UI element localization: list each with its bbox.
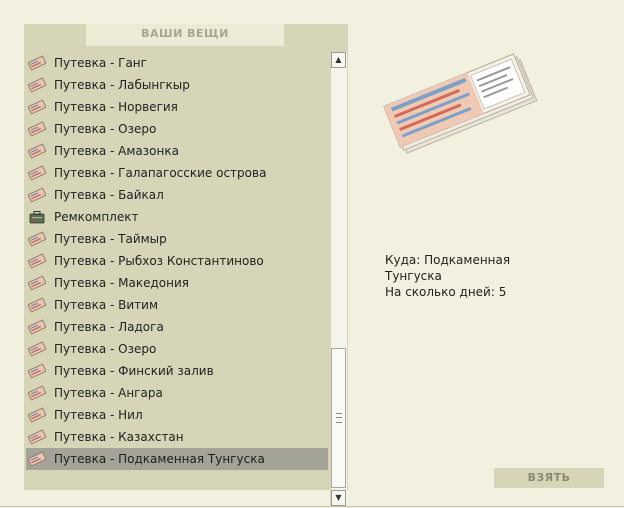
list-item[interactable]: Путевка - Македония (26, 272, 328, 294)
list-item-label: Путевка - Галапагосские острова (54, 166, 267, 180)
chevron-up-icon: ▲ (335, 55, 342, 64)
panel-title: ВАШИ ВЕЩИ (86, 24, 284, 46)
ticket-icon (27, 451, 47, 467)
list-item[interactable]: Ремкомплект (26, 206, 328, 228)
scroll-up-button[interactable]: ▲ (331, 52, 346, 68)
list-item[interactable]: Путевка - Амазонка (26, 140, 328, 162)
item-details: Куда: Подкаменная Тунгуска На сколько дн… (385, 252, 565, 300)
list-item-label: Ремкомплект (54, 210, 139, 224)
list-item[interactable]: Путевка - Финский залив (26, 360, 328, 382)
list-item[interactable]: Путевка - Лабынгкыр (26, 74, 328, 96)
inventory-panel: ВАШИ ВЕЩИ Путевка - Ганг Путевка - Лабынг… (24, 24, 348, 506)
list-item[interactable]: Путевка - Витим (26, 294, 328, 316)
list-item[interactable]: Путевка - Казахстан (26, 426, 328, 448)
list-item-label: Путевка - Озеро (54, 342, 157, 356)
list-item[interactable]: Путевка - Таймыр (26, 228, 328, 250)
list-item-label: Путевка - Озеро (54, 122, 157, 136)
list-item-label: Путевка - Казахстан (54, 430, 184, 444)
list-item-label: Путевка - Подкаменная Тунгуска (54, 452, 265, 466)
item-preview-image (380, 40, 548, 164)
list-item[interactable]: Путевка - Норвегия (26, 96, 328, 118)
ticket-icon (27, 297, 47, 313)
ticket-icon (27, 55, 47, 71)
ticket-icon (27, 77, 47, 93)
list-item-label: Путевка - Байкал (54, 188, 164, 202)
list-item[interactable]: Путевка - Галапагосские острова (26, 162, 328, 184)
inventory-list: Путевка - Ганг Путевка - Лабынгкыр Путевка… (26, 52, 328, 472)
ticket-icon (27, 407, 47, 423)
list-item-label: Путевка - Финский залив (54, 364, 214, 378)
ticket-icon (27, 363, 47, 379)
list-item-label: Путевка - Нил (54, 408, 143, 422)
list-item-label: Путевка - Лабынгкыр (54, 78, 190, 92)
ticket-icon (27, 231, 47, 247)
ticket-icon (27, 121, 47, 137)
ticket-icon (27, 143, 47, 159)
destination-text: Куда: Подкаменная Тунгуска (385, 253, 511, 283)
inventory-scrollbar[interactable]: ▲ ▼ (330, 52, 347, 506)
ticket-icon (27, 253, 47, 269)
repair-kit-icon (28, 209, 46, 225)
ticket-stack-icon (383, 53, 538, 154)
ticket-icon (27, 165, 47, 181)
ticket-icon (27, 187, 47, 203)
list-item[interactable]: Путевка - Ангара (26, 382, 328, 404)
list-item[interactable]: Путевка - Нил (26, 404, 328, 426)
list-item-label: Путевка - Витим (54, 298, 159, 312)
list-item[interactable]: Путевка - Рыбхоз Константиново (26, 250, 328, 272)
ticket-icon (27, 385, 47, 401)
grip-icon (336, 413, 342, 423)
list-item-label: Путевка - Македония (54, 276, 189, 290)
window-edge (624, 0, 628, 508)
list-item[interactable]: Путевка - Озеро (26, 338, 328, 360)
ticket-icon (27, 429, 47, 445)
list-item-label: Путевка - Амазонка (54, 144, 179, 158)
chevron-down-icon: ▼ (335, 493, 342, 502)
list-item[interactable]: Путевка - Озеро (26, 118, 328, 140)
ticket-icon (27, 275, 47, 291)
list-item-label: Путевка - Ангара (54, 386, 163, 400)
list-item-label: Путевка - Таймыр (54, 232, 167, 246)
list-item[interactable]: Путевка - Подкаменная Тунгуска (26, 448, 328, 470)
ticket-icon (27, 319, 47, 335)
list-item[interactable]: Путевка - Ладога (26, 316, 328, 338)
take-button[interactable]: ВЗЯТЬ (494, 468, 604, 488)
days-text: На сколько дней: 5 (385, 285, 507, 299)
list-item[interactable]: Путевка - Байкал (26, 184, 328, 206)
ticket-icon (27, 341, 47, 357)
list-item-label: Путевка - Ганг (54, 56, 147, 70)
list-item-label: Путевка - Рыбхоз Константиново (54, 254, 264, 268)
scroll-thumb[interactable] (331, 348, 346, 488)
list-item-label: Путевка - Ладога (54, 320, 164, 334)
scroll-down-button[interactable]: ▼ (331, 490, 346, 506)
ticket-icon (27, 99, 47, 115)
list-item-label: Путевка - Норвегия (54, 100, 178, 114)
inventory-window: ВАШИ ВЕЩИ Путевка - Ганг Путевка - Лабынг… (0, 0, 625, 507)
list-item[interactable]: Путевка - Ганг (26, 52, 328, 74)
